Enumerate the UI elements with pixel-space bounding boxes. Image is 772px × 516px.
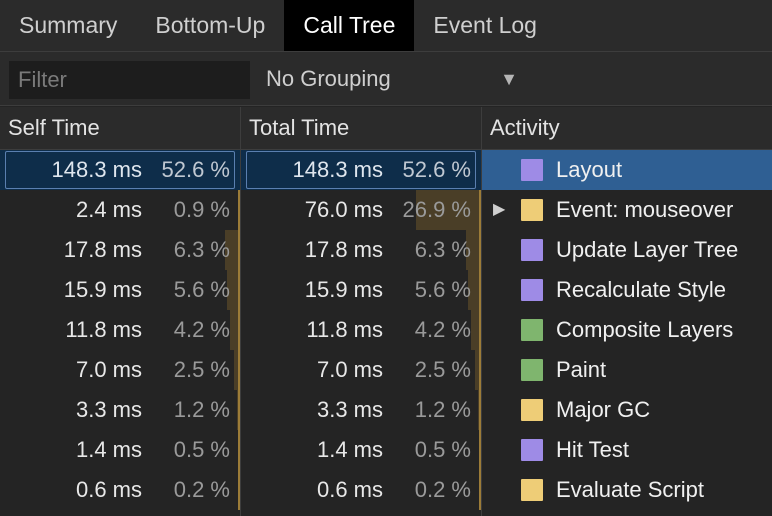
total-time-ms: 148.3 ms: [292, 157, 384, 182]
activity-name: Composite Layers: [556, 317, 734, 342]
total-time-ms: 1.4 ms: [316, 437, 383, 462]
table-row[interactable]: 17.8 ms 6.3 % 17.8 ms 6.3 % Update Layer Tre…: [0, 230, 772, 270]
self-time-ms: 148.3 ms: [51, 157, 143, 182]
category-color-swatch: [521, 319, 543, 341]
total-time-bar: [471, 310, 481, 350]
self-time-percent: 2.5 %: [173, 357, 230, 382]
total-time-percent: 0.5 %: [414, 437, 471, 462]
category-color-swatch: [521, 159, 543, 181]
self-time-ms: 7.0 ms: [75, 357, 142, 382]
self-time-ms: 0.6 ms: [75, 477, 142, 502]
table-row[interactable]: 7.0 ms 2.5 % 7.0 ms 2.5 % Paint: [0, 350, 772, 390]
total-time-percent: 5.6 %: [414, 277, 471, 302]
activity-name: Update Layer Tree: [556, 237, 739, 262]
total-time-percent: 0.2 %: [414, 477, 471, 502]
self-time-percent: 0.5 %: [173, 437, 230, 462]
total-time-percent: 6.3 %: [414, 237, 471, 262]
category-color-swatch: [521, 439, 543, 461]
column-header-self-time[interactable]: Self Time: [0, 107, 240, 149]
activity-name: Event: mouseover: [556, 197, 734, 222]
tab-bar: Summary Bottom-Up Call Tree Event Log: [0, 0, 772, 52]
total-time-ms: 7.0 ms: [316, 357, 383, 382]
tab-bottom-up[interactable]: Bottom-Up: [136, 0, 284, 51]
total-time-ms: 15.9 ms: [304, 277, 383, 302]
total-time-percent: 52.6 %: [402, 157, 472, 182]
total-time-percent: 2.5 %: [414, 357, 471, 382]
activity-name: Major GC: [556, 397, 651, 422]
self-time-ms: 15.9 ms: [63, 277, 142, 302]
column-header-activity[interactable]: Activity: [482, 107, 772, 149]
self-time-percent: 4.2 %: [173, 317, 230, 342]
total-time-ms: 0.6 ms: [316, 477, 383, 502]
table-row[interactable]: 3.3 ms 1.2 % 3.3 ms 1.2 % Major GC: [0, 390, 772, 430]
activity-name: Layout: [556, 157, 623, 182]
self-time-percent: 0.9 %: [173, 197, 230, 222]
table-row[interactable]: 148.3 ms 52.6 % 148.3 ms 52.6 % Layout: [0, 150, 772, 190]
call-tree-table: 148.3 ms 52.6 % 148.3 ms 52.6 % Layout 2.4 ms…: [0, 150, 772, 516]
self-time-ms: 17.8 ms: [63, 237, 142, 262]
table-row[interactable]: 11.8 ms 4.2 % 11.8 ms 4.2 % Composite Layers: [0, 310, 772, 350]
total-time-percent: 4.2 %: [414, 317, 471, 342]
table-row[interactable]: 15.9 ms 5.6 % 15.9 ms 5.6 % Recalculate Styl…: [0, 270, 772, 310]
category-color-swatch: [521, 399, 543, 421]
self-time-ms: 2.4 ms: [75, 197, 142, 222]
tab-call-tree[interactable]: Call Tree: [284, 0, 415, 51]
self-time-percent: 6.3 %: [173, 237, 230, 262]
total-time-percent: 1.2 %: [414, 397, 471, 422]
table-row[interactable]: 2.4 ms 0.9 % 76.0 ms 26.9 % ▶ Event: mouseove…: [0, 190, 772, 230]
total-time-ms: 17.8 ms: [304, 237, 383, 262]
self-time-percent: 52.6 %: [161, 157, 231, 182]
activity-name: Recalculate Style: [556, 277, 726, 302]
activity-name: Paint: [556, 357, 607, 382]
caret-down-icon: ▼: [500, 69, 518, 89]
self-time-ms: 1.4 ms: [75, 437, 142, 462]
table-row[interactable]: 1.4 ms 0.5 % 1.4 ms 0.5 % Hit Test: [0, 430, 772, 470]
table-row[interactable]: 0.6 ms 0.2 % 0.6 ms 0.2 % Evaluate Script: [0, 470, 772, 510]
toolbar: No Grouping ▼: [0, 52, 772, 106]
self-time-percent: 0.2 %: [173, 477, 230, 502]
category-color-swatch: [521, 359, 543, 381]
self-time-percent: 5.6 %: [173, 277, 230, 302]
activity-name: Evaluate Script: [556, 477, 704, 502]
column-divider: [240, 107, 241, 516]
column-header-row: Self Time Total Time Activity: [0, 107, 772, 150]
tab-summary[interactable]: Summary: [0, 0, 136, 51]
column-divider: [481, 107, 482, 516]
grouping-select[interactable]: No Grouping ▼: [266, 60, 522, 98]
total-time-ms: 76.0 ms: [304, 197, 383, 222]
self-time-percent: 1.2 %: [173, 397, 230, 422]
tab-event-log[interactable]: Event Log: [414, 0, 556, 51]
activity-name: Hit Test: [556, 437, 629, 462]
total-time-ms: 3.3 ms: [316, 397, 383, 422]
self-time-bar: [230, 310, 240, 350]
category-color-swatch: [521, 279, 543, 301]
category-color-swatch: [521, 479, 543, 501]
total-time-percent: 26.9 %: [402, 197, 472, 222]
filter-input[interactable]: [9, 61, 250, 99]
category-color-swatch: [521, 199, 543, 221]
column-header-total-time[interactable]: Total Time: [241, 107, 481, 149]
category-color-swatch: [521, 239, 543, 261]
expand-arrow-icon[interactable]: ▶: [493, 190, 505, 230]
total-time-ms: 11.8 ms: [306, 317, 383, 342]
self-time-ms: 11.8 ms: [65, 317, 142, 342]
self-time-ms: 3.3 ms: [75, 397, 142, 422]
grouping-select-label: No Grouping: [266, 66, 391, 91]
